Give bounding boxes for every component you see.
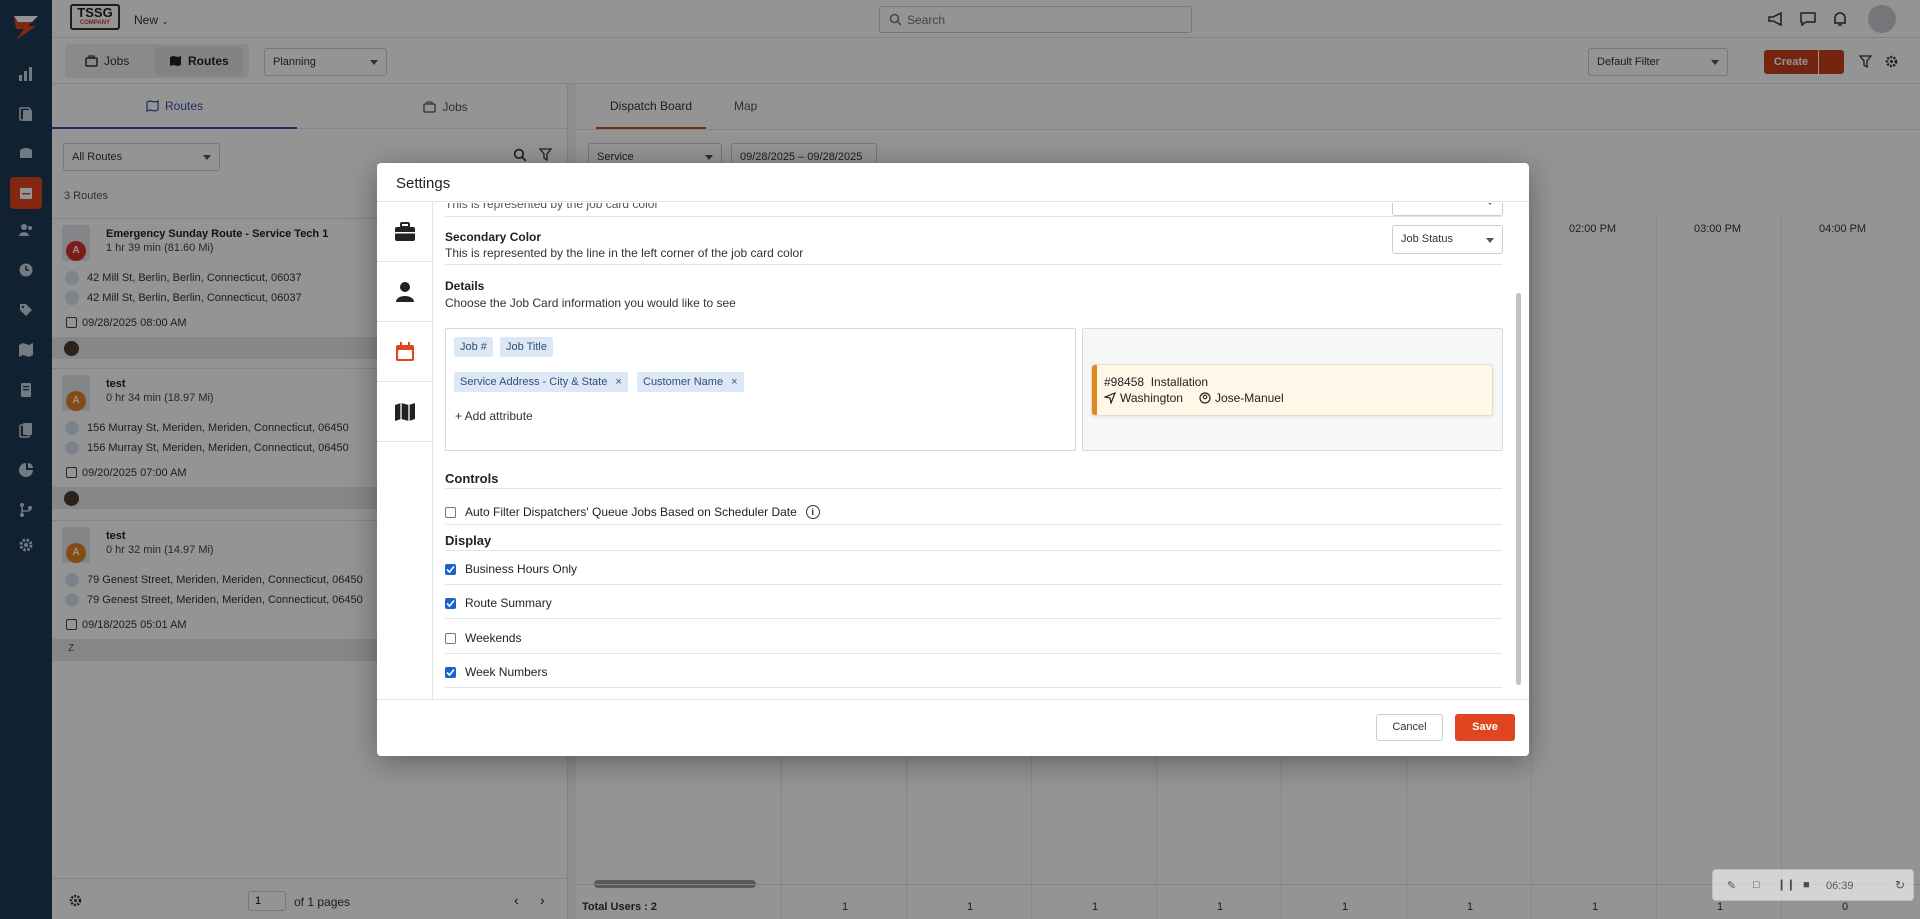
calendar-icon [396,341,414,361]
primary-color-description: This is represented by the job card colo… [445,203,659,211]
person-icon [396,281,414,302]
job-card: #98458 Installation Washington Jose-Manu… [1091,364,1493,416]
auto-filter-label: Auto Filter Dispatchers' Queue Jobs Base… [465,505,797,519]
scrollbar-thumb[interactable] [1516,293,1521,685]
attribute-picker: Job # Job Title Service Address - City &… [445,328,1076,451]
auto-filter-row[interactable]: Auto Filter Dispatchers' Queue Jobs Base… [445,505,820,519]
save-button[interactable]: Save [1455,714,1515,741]
controls-title: Controls [445,471,499,486]
route-summary-row[interactable]: Route Summary [445,596,552,610]
route-summary-checkbox[interactable] [445,597,456,609]
settings-sidebar [377,202,433,699]
briefcase-icon [395,221,415,241]
user-circle-icon [1199,392,1211,404]
job-card-title: #98458 Installation [1104,375,1209,389]
settings-tab-user[interactable] [377,262,433,322]
add-attribute-button[interactable]: + Add attribute [455,409,533,423]
refresh-icon[interactable]: ↻ [1895,878,1905,892]
modal-header: Settings [377,163,1529,202]
settings-content: This is represented by the job card colo… [434,203,1529,699]
weekends-checkbox[interactable] [445,632,456,644]
settings-scrollbar[interactable] [1515,203,1523,699]
modal-title: Settings [396,175,451,192]
business-hours-label: Business Hours Only [465,562,578,576]
secondary-color-select[interactable]: Job Status [1392,225,1503,254]
attribute-chip[interactable]: Service Address - City & State × [454,372,628,392]
week-numbers-checkbox[interactable] [445,666,456,678]
attribute-chip[interactable]: Customer Name × [637,372,744,392]
week-numbers-label: Week Numbers [465,665,548,679]
map-icon [395,402,415,421]
job-card-preview: #98458 Installation Washington Jose-Manu… [1082,328,1503,451]
comment-icon[interactable]: □ [1753,879,1760,891]
secondary-color-title: Secondary Color [445,230,542,244]
weekends-label: Weekends [465,631,522,645]
stop-icon[interactable]: ■ [1803,879,1810,891]
pause-icon[interactable]: ❙❙ [1777,878,1795,891]
navigation-icon [1104,392,1116,404]
recording-widget: ✎ □ ❙❙ ■ 06:39 ↻ [1712,869,1914,901]
remove-icon[interactable]: × [615,376,621,388]
secondary-color-description: This is represented by the line in the l… [445,246,804,260]
attribute-chip[interactable]: Job # [454,337,493,357]
settings-modal: Settings This is represented by the job … [377,163,1529,756]
details-title: Details [445,279,485,293]
weekends-row[interactable]: Weekends [445,631,521,645]
job-card-status-bar [1092,365,1097,415]
settings-tab-jobs[interactable] [377,202,433,262]
primary-color-select[interactable] [1392,203,1503,216]
week-numbers-row[interactable]: Week Numbers [445,665,547,679]
pen-icon[interactable]: ✎ [1727,879,1736,892]
attribute-chip[interactable]: Job Title [500,337,553,357]
auto-filter-checkbox[interactable] [445,506,456,518]
cancel-button[interactable]: Cancel [1376,714,1443,741]
info-icon[interactable]: i [805,505,820,519]
settings-tab-calendar[interactable] [377,322,433,382]
display-title: Display [445,533,492,548]
modal-footer: Cancel Save [377,699,1529,756]
settings-tab-map[interactable] [377,382,433,442]
route-summary-label: Route Summary [465,596,552,610]
details-description: Choose the Job Card information you woul… [445,296,736,310]
recording-time: 06:39 [1826,880,1854,892]
business-hours-checkbox[interactable] [445,563,456,575]
business-hours-row[interactable]: Business Hours Only [445,562,577,576]
remove-icon[interactable]: × [731,376,737,388]
job-card-meta: Washington Jose-Manuel [1104,391,1284,405]
